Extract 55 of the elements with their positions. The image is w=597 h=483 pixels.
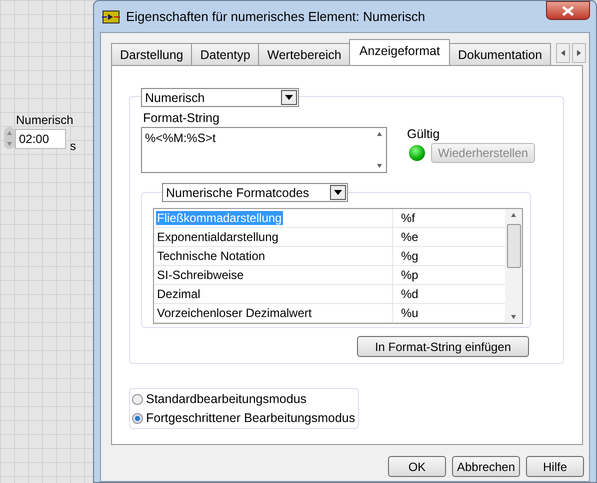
category-dropdown[interactable]: Numerische Formatcodes [162, 183, 348, 202]
list-row[interactable]: Fließkommadarstellung %f [154, 209, 505, 228]
close-icon [562, 6, 574, 16]
format-code: %p [400, 268, 418, 282]
scrollbar[interactable] [505, 209, 522, 323]
scroll-right-button[interactable] [572, 43, 586, 63]
caret-icon [285, 95, 293, 100]
code-name: Exponentialdarstellung [156, 230, 280, 244]
list-row[interactable]: Technische Notation %g [154, 247, 505, 266]
increment-decrement-icon[interactable] [4, 127, 15, 149]
help-button[interactable]: Hilfe [526, 456, 584, 477]
list-row[interactable]: Vorzeichenloser Dezimalwert %u [154, 304, 505, 323]
field-label: Format-String [143, 111, 220, 125]
list-row[interactable]: Dezimal %d [154, 285, 505, 304]
cancel-button[interactable]: Abbrechen [452, 456, 520, 477]
caret-icon [334, 190, 342, 195]
format-type-dropdown[interactable]: Numerisch [141, 88, 299, 107]
format-code: %g [400, 249, 418, 263]
control-label: Numerisch [16, 113, 74, 127]
insert-button[interactable]: In Format-String einfügen [357, 336, 529, 357]
code-name: Technische Notation [156, 249, 266, 263]
format-code: %u [400, 306, 418, 320]
status-label: Gültig [407, 127, 441, 141]
format-code: %d [400, 287, 418, 301]
ok-button[interactable]: OK [388, 456, 446, 477]
code-name: SI-Schreibweise [156, 268, 245, 282]
scroll-up-icon[interactable] [376, 132, 382, 136]
format-code: %f [400, 211, 416, 225]
tab[interactable]: Anzeigeformat [349, 39, 450, 65]
scroll-down-icon[interactable] [376, 164, 382, 168]
right-arrow-icon [577, 50, 582, 56]
tab[interactable]: Wertebereich [258, 43, 350, 65]
list-row[interactable]: Exponentialdarstellung %e [154, 228, 505, 247]
tab[interactable]: Datentyp [191, 43, 260, 65]
code-name: Vorzeichenloser Dezimalwert [156, 306, 313, 320]
scroll-left-button[interactable] [556, 43, 570, 63]
unit-label: s [70, 139, 76, 153]
list-row[interactable]: SI-Schreibweise %p [154, 266, 505, 285]
radio-label: Fortgeschrittener Bearbeitungsmodus [146, 411, 356, 425]
radio-button[interactable] [132, 412, 143, 424]
application-icon [102, 10, 120, 24]
radio-label: Standardbearbeitungsmodus [146, 392, 307, 406]
close-button[interactable] [546, 1, 590, 20]
scroll-down-icon[interactable] [511, 315, 516, 319]
format-code: %e [400, 230, 418, 244]
code-name: Fließkommadarstellung [156, 211, 283, 225]
numeric-field[interactable]: 02:00 [15, 129, 66, 149]
window-title: Eigenschaften für numerisches Element: Numerisch [126, 9, 426, 24]
format-string-field[interactable]: %<%M:%S>t [141, 127, 387, 173]
scroll-up-icon[interactable] [511, 213, 516, 217]
radio-button[interactable] [132, 394, 143, 404]
tab[interactable]: Darstellung [111, 43, 192, 65]
tab[interactable]: Dokumentation [448, 43, 552, 65]
code-name: Dezimal [156, 287, 202, 301]
left-arrow-icon [561, 50, 566, 56]
